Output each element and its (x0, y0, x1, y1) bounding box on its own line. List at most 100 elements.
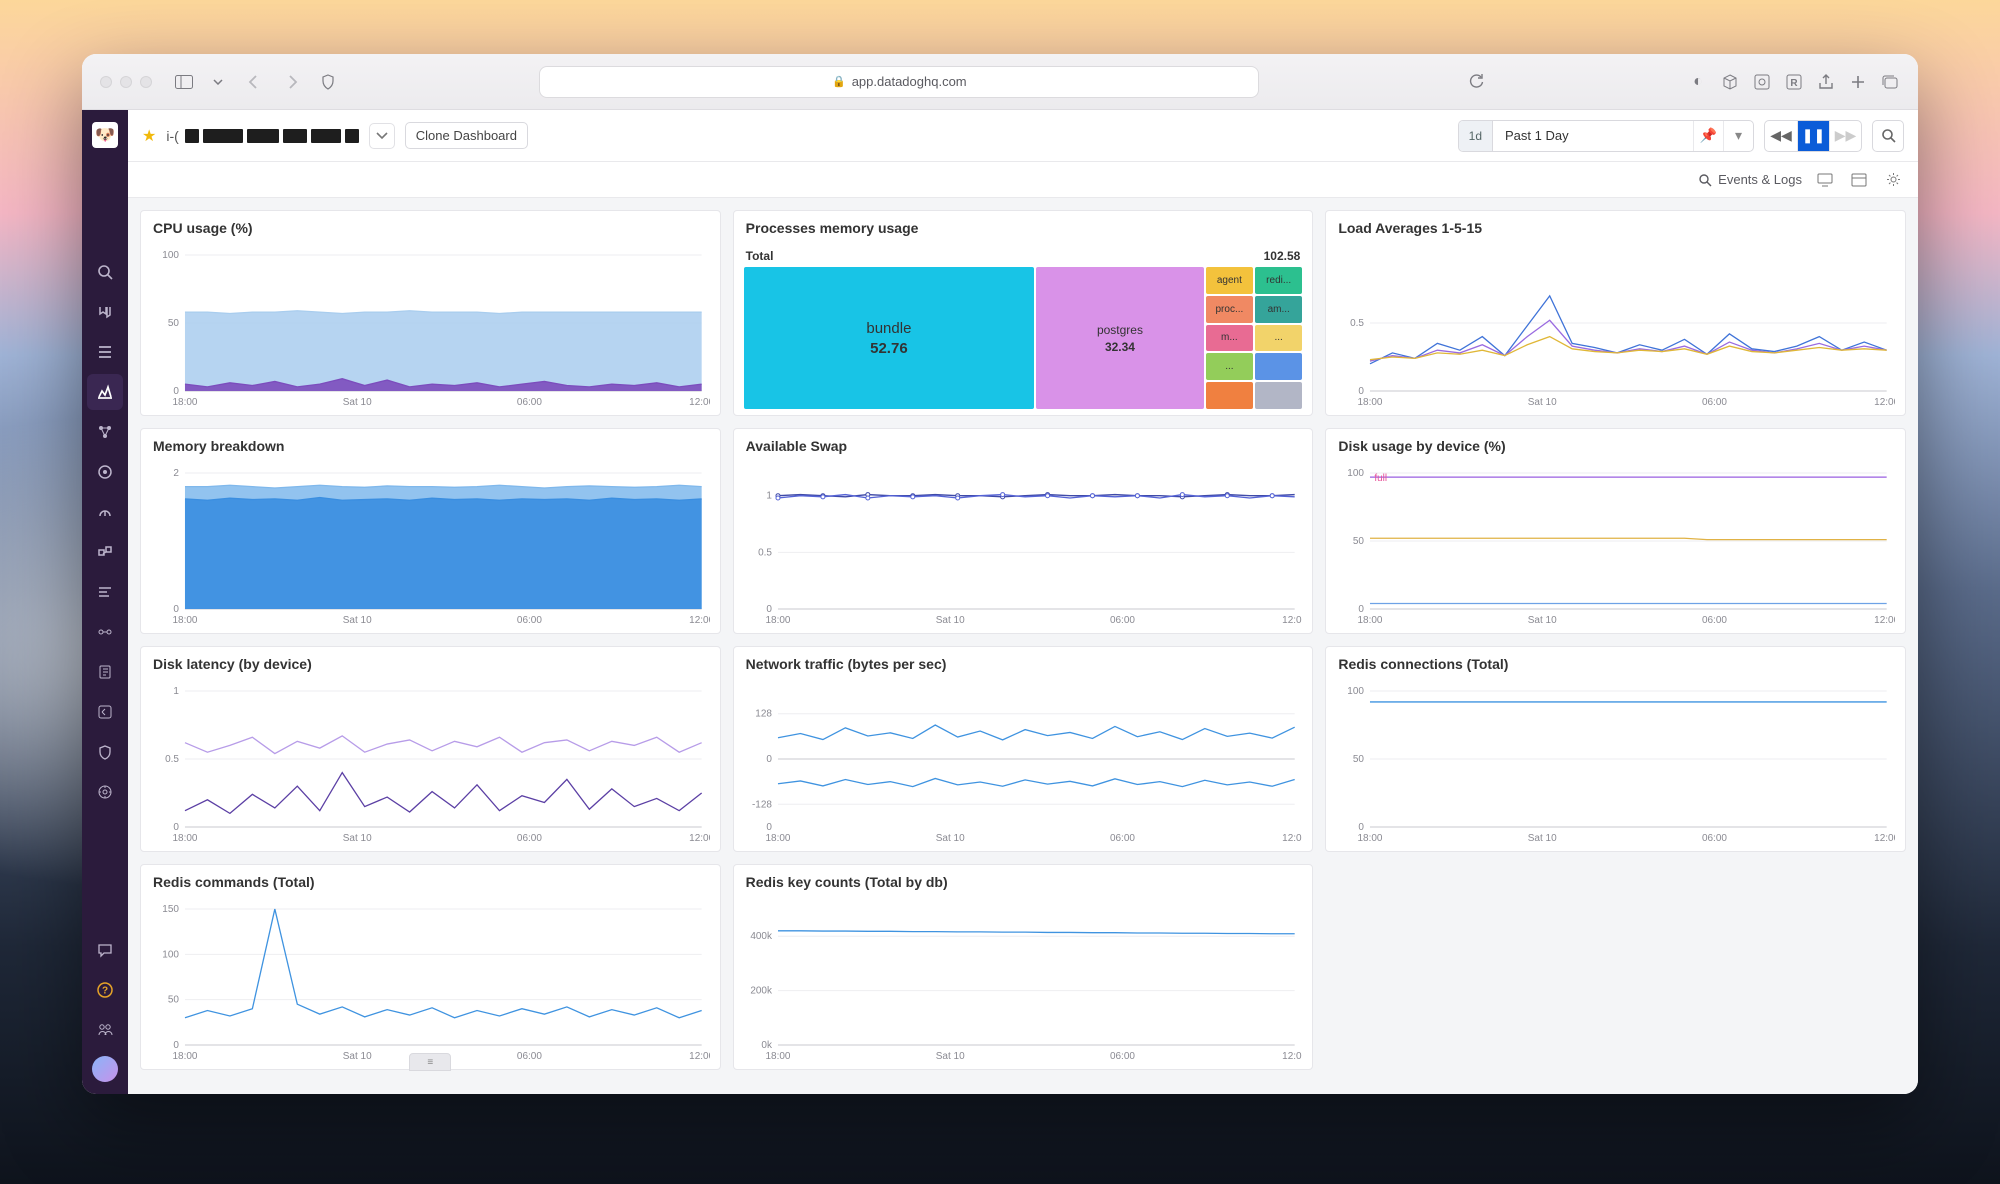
page-title: i-( (166, 128, 358, 144)
url-text: app.datadoghq.com (852, 74, 967, 89)
time-range-dd-icon[interactable]: ▾ (1723, 121, 1753, 151)
tv-mode-icon[interactable] (1814, 169, 1836, 191)
card-rediscmd[interactable]: Redis commands (Total) 50100150018:00Sat… (140, 864, 721, 1070)
card-title: Memory breakdown (141, 429, 720, 463)
svg-text:-128: -128 (752, 799, 772, 810)
nav-search[interactable] (87, 254, 123, 290)
tabs-icon[interactable] (1880, 73, 1900, 90)
card-title: Processes memory usage (734, 211, 1313, 245)
card-procmem[interactable]: Processes memory usage Total 102.58 bund… (733, 210, 1314, 416)
sidebar-toggle-icon[interactable] (174, 73, 194, 90)
card-disklat[interactable]: Disk latency (by device) 0.51018:00Sat 1… (140, 646, 721, 852)
svg-text:06:00: 06:00 (517, 1051, 542, 1062)
nav-logs[interactable] (87, 694, 123, 730)
nav-team[interactable] (87, 1012, 123, 1048)
treemap: Total 102.58 bundle52.76 postgres32.34 a… (744, 249, 1303, 409)
logo-icon[interactable]: 🐶 (92, 122, 118, 148)
svg-text:0.5: 0.5 (1350, 318, 1364, 329)
forward-button[interactable] (280, 70, 304, 94)
card-rediskeys[interactable]: Redis key counts (Total by db) 200k400k0… (733, 864, 1314, 1070)
nav-watchdog[interactable] (87, 294, 123, 330)
share-icon[interactable] (1816, 73, 1836, 90)
card-membr[interactable]: Memory breakdown 2018:00Sat 1006:0012:00 (140, 428, 721, 634)
card-disk[interactable]: Disk usage by device (%) full 50100018:0… (1325, 428, 1906, 634)
nav-events[interactable] (87, 334, 123, 370)
time-back-button[interactable]: ◀◀ (1765, 121, 1797, 151)
card-load[interactable]: Load Averages 1-5-15 0.5018:00Sat 1006:0… (1325, 210, 1906, 416)
svg-text:0: 0 (173, 1040, 179, 1051)
minimize-dot[interactable] (120, 76, 132, 88)
nav-integrations[interactable] (87, 534, 123, 570)
time-range-picker[interactable]: 1d Past 1 Day 📌 ▾ (1458, 120, 1754, 152)
svg-text:0.5: 0.5 (165, 754, 179, 765)
time-forward-button[interactable]: ▶▶ (1829, 121, 1861, 151)
time-pause-button[interactable]: ❚❚ (1797, 121, 1829, 151)
svg-text:1: 1 (173, 686, 179, 697)
app-shell: 🐶 ? ★ i-( (82, 110, 1918, 1094)
card-title: Disk usage by device (%) (1326, 429, 1905, 463)
nav-infrastructure[interactable] (87, 414, 123, 450)
nav-metrics[interactable] (87, 494, 123, 530)
chart-redisconn: 50100018:00Sat 1006:0012:00 (1336, 685, 1895, 845)
layout-icon[interactable] (1848, 169, 1870, 191)
chart-membr: 2018:00Sat 1006:0012:00 (151, 467, 710, 627)
time-range-badge: 1d (1459, 121, 1493, 151)
svg-text:128: 128 (755, 709, 772, 720)
search-button[interactable] (1872, 120, 1904, 152)
card-cpu[interactable]: CPU usage (%) 50100018:00Sat 1006:0012:0… (140, 210, 721, 416)
nav-ci[interactable] (87, 614, 123, 650)
nav-help[interactable]: ? (87, 972, 123, 1008)
events-logs-link[interactable]: Events & Logs (1698, 172, 1802, 187)
nav-ux[interactable] (87, 774, 123, 810)
chevron-down-icon[interactable] (208, 73, 228, 90)
nav-security[interactable] (87, 734, 123, 770)
address-bar[interactable]: 🔒 app.datadoghq.com (539, 66, 1259, 98)
svg-text:18:00: 18:00 (1358, 833, 1383, 844)
ext-1-icon[interactable] (1752, 73, 1772, 90)
svg-text:0: 0 (173, 604, 179, 615)
svg-text:0: 0 (1359, 386, 1365, 397)
user-avatar[interactable] (92, 1056, 118, 1082)
maximize-dot[interactable] (140, 76, 152, 88)
card-net[interactable]: Network traffic (bytes per sec) -1280128… (733, 646, 1314, 852)
nav-chat[interactable] (87, 932, 123, 968)
app-sidebar: 🐶 ? (82, 110, 128, 1094)
favorite-star-icon[interactable]: ★ (142, 126, 156, 146)
svg-text:0: 0 (1359, 604, 1365, 615)
title-dropdown[interactable] (369, 123, 395, 149)
svg-text:12:00: 12:00 (689, 615, 709, 626)
card-swap[interactable]: Available Swap 0.51018:00Sat 1006:0012:0… (733, 428, 1314, 634)
nav-monitors[interactable] (87, 454, 123, 490)
nav-notebooks[interactable] (87, 654, 123, 690)
total-label: Total (746, 249, 774, 263)
privacy-icon[interactable]: ◐ (1688, 73, 1708, 90)
svg-text:12:00: 12:00 (689, 397, 709, 408)
nav-apm[interactable] (87, 574, 123, 610)
svg-text:18:00: 18:00 (172, 833, 197, 844)
svg-text:18:00: 18:00 (172, 615, 197, 626)
clone-dashboard-button[interactable]: Clone Dashboard (405, 122, 528, 149)
card-title: Available Swap (734, 429, 1313, 463)
svg-text:18:00: 18:00 (765, 1051, 790, 1062)
svg-text:0: 0 (173, 822, 179, 833)
svg-text:?: ? (102, 986, 108, 997)
svg-text:50: 50 (1353, 754, 1365, 765)
back-button[interactable] (242, 70, 266, 94)
chart-swap: 0.51018:00Sat 1006:0012:00 (744, 467, 1303, 627)
settings-icon[interactable] (1882, 169, 1904, 191)
legend-drawer-icon[interactable]: ≡ (409, 1053, 451, 1071)
lock-icon: 🔒 (832, 75, 846, 88)
ext-2-icon[interactable]: R (1784, 73, 1804, 90)
title-prefix: i-( (166, 128, 178, 144)
reload-icon[interactable] (1467, 73, 1487, 90)
new-tab-icon[interactable] (1848, 73, 1868, 90)
cube-icon[interactable] (1720, 73, 1740, 90)
nav-dashboards[interactable] (87, 374, 123, 410)
shield-icon[interactable] (318, 73, 338, 90)
time-controls: ◀◀ ❚❚ ▶▶ (1764, 120, 1862, 152)
chart-rediskeys: 200k400k0k18:00Sat 1006:0012:00 (744, 903, 1303, 1063)
browser-chrome: 🔒 app.datadoghq.com ◐ R (82, 54, 1918, 110)
close-dot[interactable] (100, 76, 112, 88)
pin-icon[interactable]: 📌 (1693, 121, 1723, 151)
card-redisconn[interactable]: Redis connections (Total) 50100018:00Sat… (1325, 646, 1906, 852)
